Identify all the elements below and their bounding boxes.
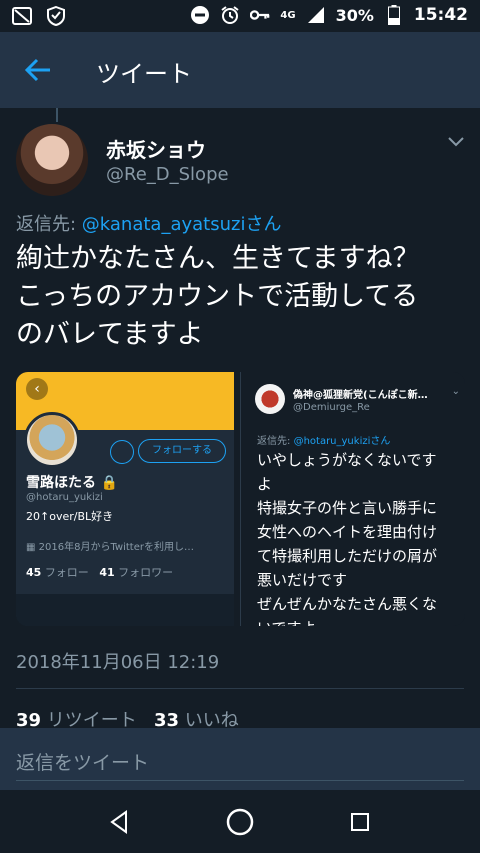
status-bar: 4G 30% 15:42 <box>0 0 480 32</box>
status-left-icons <box>12 6 66 26</box>
reply-reply-to: 返信先: @hotaru_yukiziさん <box>257 432 390 447</box>
gear-icon <box>110 440 134 464</box>
profile-name: 雪路ほたる 🔒 <box>26 472 118 492</box>
following-count: 45 <box>26 566 42 579</box>
app-bar: ツイート <box>0 32 480 108</box>
back-arrow-icon <box>24 58 50 82</box>
media-image-reply[interactable]: 偽神@狐狸新党(こんぽこ新… @Demiurge_Re ⌄ 返信先: @hota… <box>240 372 465 626</box>
clock: 15:42 <box>413 5 468 25</box>
media-image-profile[interactable]: ‹ フォローする 雪路ほたる 🔒 @hotaru_yukizi 20↑over/… <box>16 372 234 626</box>
reply-to-line: 返信先: @kanata_ayatsuziさん <box>16 210 281 236</box>
chevron-down-icon <box>448 137 464 147</box>
profile-name-text: 雪路ほたる <box>26 475 96 491</box>
reply-avatar <box>255 384 285 414</box>
signal-icon <box>306 5 326 25</box>
battery-percent: 30% <box>335 5 374 25</box>
followers-label: フォロワー <box>118 566 174 579</box>
following-label: フォロー <box>44 566 89 579</box>
profile-joined-text: 2016年8月からTwitterを利用し… <box>38 542 194 553</box>
reply-bar: 返信をツイート <box>0 728 480 790</box>
nav-back-button[interactable] <box>104 806 136 838</box>
reply-reply-mention: @hotaru_yukiziさん <box>293 436 391 447</box>
system-nav-bar <box>0 790 480 853</box>
author-name[interactable]: 赤坂ショウ <box>106 134 206 163</box>
profile-handle: @hotaru_yukizi <box>26 492 103 503</box>
nav-recents-button[interactable] <box>344 806 376 838</box>
reply-author-handle: @Demiurge_Re <box>293 402 370 413</box>
nav-home-icon <box>226 808 254 836</box>
tweet-timestamp: 2018年11月06日 12:19 <box>16 652 220 673</box>
lock-icon: 🔒 <box>100 475 119 491</box>
nav-home-button[interactable] <box>224 806 256 838</box>
page-title: ツイート <box>96 60 192 88</box>
profile-tabs-strip <box>16 594 234 626</box>
followers-count: 41 <box>99 566 115 579</box>
divider <box>16 688 464 689</box>
status-right-icons: 4G 30% 15:42 <box>190 5 468 25</box>
vpn-shield-icon <box>46 6 66 26</box>
reply-chevron-icon: ⌄ <box>451 386 460 397</box>
profile-avatar <box>24 412 80 468</box>
reply-author-name: 偽神@狐狸新党(こんぽこ新… <box>293 390 428 401</box>
tweet-media[interactable]: ‹ フォローする 雪路ほたる 🔒 @hotaru_yukizi 20↑over/… <box>16 372 465 626</box>
dnd-icon <box>190 5 210 25</box>
wifi-off-icon <box>12 6 32 26</box>
reply-to-prefix: 返信先: <box>16 214 82 235</box>
nav-recents-icon <box>351 813 369 831</box>
tweet-menu-button[interactable] <box>446 134 466 148</box>
back-button[interactable] <box>20 52 60 88</box>
profile-bio: 20↑over/BL好き <box>26 510 114 523</box>
battery-icon <box>384 5 404 25</box>
reply-input-underline <box>16 780 464 781</box>
alarm-icon <box>220 5 240 25</box>
nav-back-icon <box>110 810 127 834</box>
profile-joined: ▦ 2016年8月からTwitterを利用し… <box>26 538 226 553</box>
network-type: 4G <box>280 9 296 21</box>
mini-back-icon: ‹ <box>26 378 48 400</box>
reply-to-mention[interactable]: @kanata_ayatsuziさん <box>82 214 282 235</box>
thread-line <box>56 108 58 122</box>
calendar-icon: ▦ <box>26 542 39 553</box>
key-icon <box>250 5 270 25</box>
author-avatar[interactable] <box>16 124 88 196</box>
follow-button: フォローする <box>138 439 226 463</box>
reply-reply-prefix: 返信先: <box>257 436 294 447</box>
reply-input[interactable]: 返信をツイート <box>16 748 149 775</box>
reply-text: いやしょうがなくないです よ 特撮女子の件と言い勝手に 女性へのヘイトを理由付け… <box>257 451 438 626</box>
author-handle[interactable]: @Re_D_Slope <box>106 164 229 185</box>
profile-counts: 45 フォロー 41 フォロワー <box>26 564 173 580</box>
tweet-text: 絢辻かなたさん、生きてますね？ こっちのアカウントで活動してる のバレてますよ <box>16 243 420 350</box>
